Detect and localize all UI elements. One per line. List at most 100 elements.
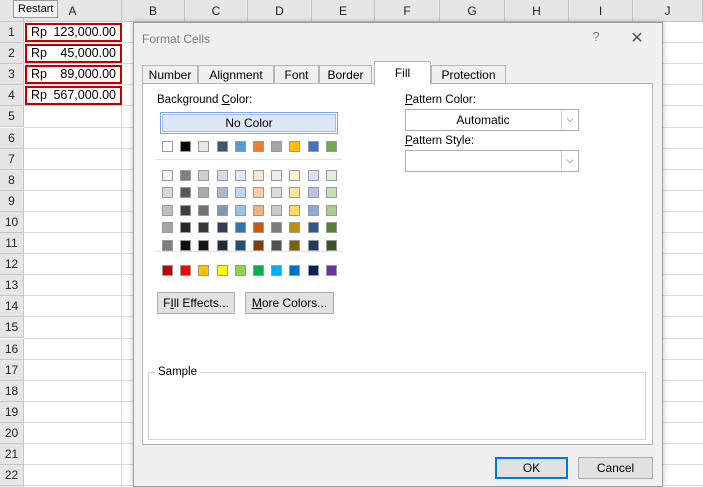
theme-tint-color-swatch[interactable]: [253, 239, 264, 251]
theme-tint-color-swatch[interactable]: [216, 170, 228, 181]
row-header[interactable]: 12: [0, 254, 24, 276]
row-header[interactable]: 10: [0, 211, 24, 233]
row-header[interactable]: 16: [0, 338, 24, 360]
theme-color-swatch[interactable]: [307, 141, 319, 152]
theme-tint-color-swatch[interactable]: [162, 204, 173, 216]
theme-tint-color-swatch[interactable]: [271, 187, 283, 199]
theme-tint-color-swatch[interactable]: [307, 222, 319, 234]
tab-number[interactable]: Number: [142, 65, 198, 84]
column-header[interactable]: D: [248, 0, 312, 22]
pattern-color-dropdown[interactable]: Automatic ⌵: [405, 109, 579, 131]
row-header[interactable]: 18: [0, 380, 24, 402]
row-header[interactable]: 3: [0, 64, 24, 86]
theme-tint-color-swatch[interactable]: [271, 170, 283, 181]
row-header[interactable]: 22: [0, 465, 24, 487]
standard-color-swatch[interactable]: [325, 265, 337, 276]
row-header[interactable]: 5: [0, 106, 24, 128]
theme-tint-color-swatch[interactable]: [234, 222, 246, 234]
tab-protection[interactable]: Protection: [431, 65, 506, 84]
theme-color-swatch[interactable]: [325, 141, 337, 152]
close-icon[interactable]: ✕: [628, 28, 646, 47]
standard-color-swatch[interactable]: [162, 265, 173, 276]
cell-a4[interactable]: Rp 567,000.00: [25, 86, 122, 106]
row-header[interactable]: 4: [0, 85, 24, 107]
theme-tint-color-swatch[interactable]: [325, 187, 337, 199]
column-header[interactable]: H: [505, 0, 569, 22]
theme-tint-color-swatch[interactable]: [234, 170, 246, 181]
theme-tint-color-swatch[interactable]: [271, 239, 283, 251]
theme-tint-color-swatch[interactable]: [253, 170, 264, 181]
column-header[interactable]: B: [122, 0, 185, 22]
fill-effects-button[interactable]: FIll Effects...: [157, 292, 235, 314]
theme-tint-color-swatch[interactable]: [216, 187, 228, 199]
cell-a1[interactable]: Rp 123,000.00: [25, 23, 122, 42]
theme-tint-color-swatch[interactable]: [180, 222, 192, 234]
cell-a2[interactable]: Rp 45,000.00: [25, 44, 122, 64]
row-header[interactable]: 9: [0, 190, 24, 212]
theme-tint-color-swatch[interactable]: [307, 187, 319, 199]
no-color-button[interactable]: No Color: [160, 112, 338, 134]
row-header[interactable]: 8: [0, 169, 24, 191]
row-header[interactable]: 2: [0, 43, 24, 65]
row-header[interactable]: 6: [0, 127, 24, 149]
chevron-down-icon[interactable]: ⌵: [561, 151, 578, 171]
theme-tint-color-swatch[interactable]: [289, 170, 301, 181]
column-header[interactable]: I: [569, 0, 633, 22]
ok-button[interactable]: OK: [495, 457, 568, 479]
theme-tint-color-swatch[interactable]: [216, 239, 228, 251]
theme-tint-color-swatch[interactable]: [198, 204, 210, 216]
theme-tint-color-swatch[interactable]: [325, 204, 337, 216]
theme-tint-color-swatch[interactable]: [289, 222, 301, 234]
theme-tint-color-swatch[interactable]: [253, 204, 264, 216]
theme-tint-color-swatch[interactable]: [198, 239, 210, 251]
standard-color-swatch[interactable]: [307, 265, 319, 276]
cell-a3[interactable]: Rp 89,000.00: [25, 65, 122, 85]
row-header[interactable]: 13: [0, 275, 24, 297]
row-header[interactable]: 17: [0, 359, 24, 381]
column-header[interactable]: J: [633, 0, 703, 22]
theme-tint-color-swatch[interactable]: [198, 222, 210, 234]
row-header[interactable]: 14: [0, 296, 24, 318]
theme-tint-color-swatch[interactable]: [216, 204, 228, 216]
theme-tint-color-swatch[interactable]: [289, 204, 301, 216]
pattern-style-dropdown[interactable]: ⌵: [405, 150, 579, 172]
theme-tint-color-swatch[interactable]: [162, 170, 173, 181]
theme-tint-color-swatch[interactable]: [253, 187, 264, 199]
tab-font[interactable]: Font: [274, 65, 319, 84]
theme-color-swatch[interactable]: [180, 141, 192, 152]
theme-tint-color-swatch[interactable]: [180, 187, 192, 199]
theme-tint-color-swatch[interactable]: [162, 187, 173, 199]
tab-border[interactable]: Border: [319, 65, 372, 84]
theme-tint-color-swatch[interactable]: [307, 170, 319, 181]
theme-tint-color-swatch[interactable]: [271, 222, 283, 234]
standard-color-swatch[interactable]: [216, 265, 228, 276]
row-header[interactable]: 7: [0, 148, 24, 170]
standard-color-swatch[interactable]: [234, 265, 246, 276]
cancel-button[interactable]: Cancel: [578, 457, 653, 479]
standard-color-swatch[interactable]: [253, 265, 264, 276]
theme-tint-color-swatch[interactable]: [271, 204, 283, 216]
theme-tint-color-swatch[interactable]: [234, 187, 246, 199]
theme-tint-color-swatch[interactable]: [325, 222, 337, 234]
theme-tint-color-swatch[interactable]: [180, 170, 192, 181]
more-colors-button[interactable]: More Colors...: [245, 292, 334, 314]
tab-alignment[interactable]: Alignment: [198, 65, 274, 84]
standard-color-swatch[interactable]: [198, 265, 210, 276]
theme-color-swatch[interactable]: [216, 141, 228, 152]
theme-tint-color-swatch[interactable]: [198, 187, 210, 199]
row-header[interactable]: 21: [0, 444, 24, 466]
theme-tint-color-swatch[interactable]: [289, 187, 301, 199]
theme-tint-color-swatch[interactable]: [307, 204, 319, 216]
tab-fill[interactable]: Fill: [374, 61, 431, 85]
theme-tint-color-swatch[interactable]: [162, 239, 173, 251]
standard-color-swatch[interactable]: [271, 265, 283, 276]
theme-tint-color-swatch[interactable]: [180, 204, 192, 216]
row-header[interactable]: 15: [0, 317, 24, 339]
chevron-down-icon[interactable]: ⌵: [561, 110, 578, 130]
column-header[interactable]: G: [440, 0, 505, 22]
theme-tint-color-swatch[interactable]: [289, 239, 301, 251]
theme-color-swatch[interactable]: [271, 141, 283, 152]
theme-tint-color-swatch[interactable]: [216, 222, 228, 234]
theme-tint-color-swatch[interactable]: [198, 170, 210, 181]
theme-tint-color-swatch[interactable]: [307, 239, 319, 251]
